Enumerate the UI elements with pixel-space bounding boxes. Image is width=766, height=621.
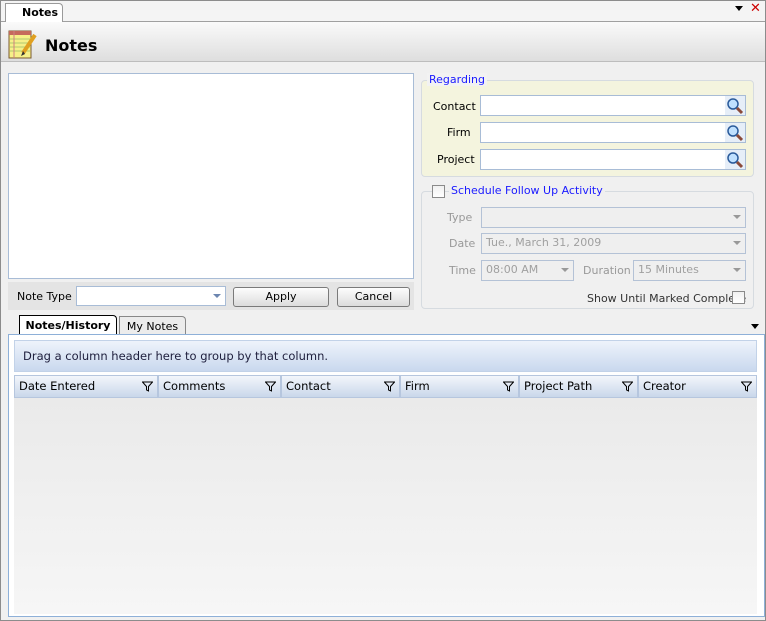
note-type-select[interactable] xyxy=(76,286,226,306)
filter-icon[interactable] xyxy=(503,381,514,392)
type-select[interactable] xyxy=(481,207,746,228)
project-input[interactable] xyxy=(480,149,746,170)
filter-icon[interactable] xyxy=(265,381,276,392)
column-label: Date Entered xyxy=(19,379,96,393)
time-label: Time xyxy=(449,264,476,277)
column-header-contact[interactable]: Contact xyxy=(281,375,400,398)
tab-label: Notes xyxy=(22,6,59,19)
schedule-followup-checkbox[interactable] xyxy=(432,185,445,198)
column-label: Project Path xyxy=(524,379,593,393)
column-label: Contact xyxy=(286,379,331,393)
contact-input[interactable] xyxy=(480,95,746,116)
column-header-firm[interactable]: Firm xyxy=(400,375,519,398)
filter-icon[interactable] xyxy=(142,381,153,392)
search-icon[interactable] xyxy=(725,150,745,169)
show-until-label: Show Until Marked Complete xyxy=(587,292,747,305)
column-header-creator[interactable]: Creator xyxy=(638,375,757,398)
firm-label: Firm xyxy=(447,126,471,139)
duration-label: Duration xyxy=(583,264,631,277)
search-icon[interactable] xyxy=(725,123,745,142)
apply-button[interactable]: Apply xyxy=(233,287,329,307)
column-header-date-entered[interactable]: Date Entered xyxy=(14,375,158,398)
regarding-legend: Regarding xyxy=(427,73,487,86)
group-by-panel[interactable]: Drag a column header here to group by th… xyxy=(14,340,757,372)
filter-icon[interactable] xyxy=(741,381,752,392)
header xyxy=(1,22,765,62)
contact-label: Contact xyxy=(433,100,476,113)
chevron-down-icon xyxy=(733,268,741,272)
note-type-label: Note Type xyxy=(17,290,72,303)
time-select[interactable]: 08:00 AM xyxy=(481,260,574,281)
cancel-button[interactable]: Cancel xyxy=(337,287,410,307)
duration-select[interactable]: 15 Minutes xyxy=(633,260,746,281)
chevron-down-icon xyxy=(561,268,569,272)
filter-icon[interactable] xyxy=(384,381,395,392)
tab-menu-icon[interactable] xyxy=(735,6,743,11)
column-label: Comments xyxy=(163,379,226,393)
tab-my-notes[interactable]: My Notes xyxy=(119,316,186,335)
column-label: Firm xyxy=(405,379,430,393)
document-tabstrip xyxy=(1,1,765,22)
date-picker[interactable]: Tue., March 31, 2009 xyxy=(481,233,746,254)
grid-body xyxy=(14,398,757,614)
document-tab-notes[interactable]: Notes xyxy=(5,3,64,22)
filter-icon[interactable] xyxy=(622,381,633,392)
followup-legend: Schedule Follow Up Activity xyxy=(449,184,605,197)
type-label: Type xyxy=(447,211,473,224)
close-icon[interactable]: ✕ xyxy=(750,1,761,16)
tabs-menu-icon[interactable] xyxy=(751,324,759,329)
tab-notes-history[interactable]: Notes/History xyxy=(19,315,117,335)
search-icon[interactable] xyxy=(725,96,745,115)
column-header-comments[interactable]: Comments xyxy=(158,375,281,398)
firm-input[interactable] xyxy=(480,122,746,143)
show-until-checkbox[interactable] xyxy=(732,291,745,304)
chevron-down-icon xyxy=(733,215,741,219)
column-label: Creator xyxy=(643,379,686,393)
note-textarea[interactable] xyxy=(8,73,414,279)
time-value: 08:00 AM xyxy=(486,263,539,276)
date-label: Date xyxy=(449,237,476,250)
chevron-down-icon xyxy=(733,241,741,245)
project-label: Project xyxy=(437,153,475,166)
notepad-pencil-icon xyxy=(8,30,37,59)
page-title: Notes xyxy=(45,36,98,55)
chevron-down-icon xyxy=(213,294,221,298)
date-value: Tue., March 31, 2009 xyxy=(486,236,602,249)
column-header-project-path[interactable]: Project Path xyxy=(519,375,638,398)
duration-value: 15 Minutes xyxy=(638,263,699,276)
